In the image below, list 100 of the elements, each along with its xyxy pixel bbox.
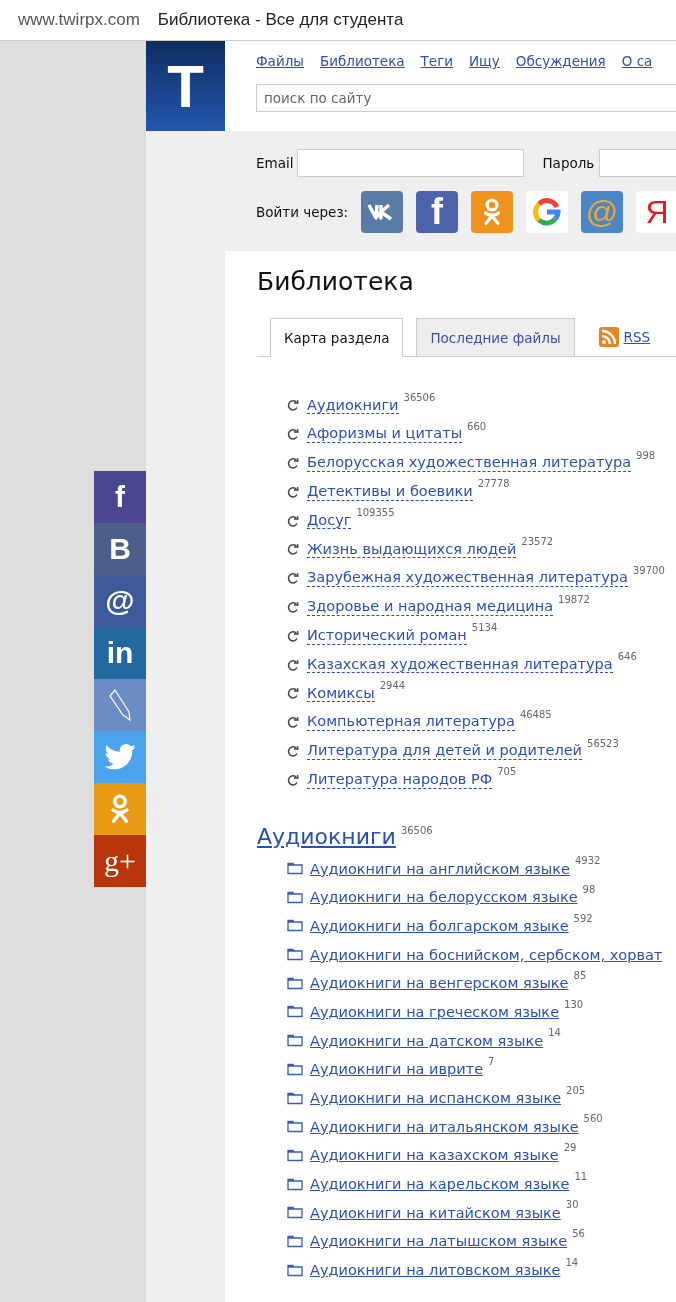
item-count: 592 [573,912,593,924]
item-count: 109355 [356,507,395,519]
refresh-icon [287,428,300,441]
item-count: 560 [583,1113,603,1125]
vk-login-button[interactable] [361,191,404,233]
subcategory-link[interactable]: Аудиокниги на английском языке [310,860,570,877]
subcategory-link[interactable]: Аудиокниги на итальянском языке [310,1118,579,1135]
item-count: 998 [636,449,656,461]
category-link[interactable]: Комиксы [307,684,375,703]
folder-icon [287,1234,303,1248]
login-via-label: Войти через: [256,204,349,220]
category-link[interactable]: Детективы и боевики [307,482,473,501]
subcategory-link[interactable]: Аудиокниги на датском языке [310,1032,544,1049]
mail-share-button[interactable]: @ [94,575,146,627]
nav-link[interactable]: Обсуждения [515,53,606,69]
page-tab-title: Библиотека - Все для студента [157,10,404,30]
address-url[interactable]: www.twirpx.com [18,10,140,30]
item-count: 98 [582,883,596,895]
site-logo[interactable]: T [146,41,225,131]
category-link[interactable]: Белорусская художественная литература [307,454,632,472]
nav-link[interactable]: Библиотека [319,53,405,69]
folder-icon [287,1005,303,1019]
facebook-login-button[interactable]: f [416,191,459,233]
category-link[interactable]: Литература народов РФ [307,770,493,789]
item-count: 646 [617,651,637,663]
item-count: 23572 [521,536,554,547]
item-count: 29 [563,1142,577,1154]
folder-icon [287,890,303,904]
folder-icon [287,976,303,990]
email-field[interactable] [297,149,525,177]
linkedin-share-button[interactable]: in [94,627,146,679]
category-link[interactable]: Литература для детей и родителей [307,742,583,760]
item-count: 36506 [403,392,436,403]
subcategory-link[interactable]: Аудиокниги на казахском языке [310,1147,559,1164]
item-count: 4932 [574,855,601,867]
subcategory-link[interactable]: Аудиокниги на латышском языке [310,1233,568,1250]
search-field[interactable]: поиск по сайту [256,84,676,112]
subcategory-link[interactable]: Аудиокниги на иврите [310,1061,484,1078]
subcategory-link[interactable]: Аудиокниги на литовском языке [310,1262,561,1279]
refresh-icon [287,744,300,757]
section-heading-link[interactable]: Аудиокниги [257,824,396,850]
nav-link[interactable]: Ищу [469,53,500,69]
category-link[interactable]: Исторический роман [307,626,467,645]
yandex-login-button[interactable]: Я [636,191,676,233]
refresh-icon [287,629,300,642]
item-count: 5134 [471,622,498,634]
refresh-icon [287,658,300,671]
twitter-share-button[interactable] [94,731,146,783]
refresh-icon [287,773,300,786]
facebook-share-button[interactable]: f [94,471,146,523]
refresh-icon [287,457,300,469]
subcategory-link[interactable]: Аудиокниги на болгарском языке [310,917,569,934]
folder-icon [287,1177,303,1191]
subcategory-link[interactable]: Аудиокниги на карельском языке [310,1176,570,1193]
password-field[interactable] [599,149,676,177]
category-link[interactable]: Компьютерная литература [307,713,515,731]
rss-link[interactable]: RSS [623,329,651,345]
ok-icon [108,794,132,824]
googleplus-share-button[interactable]: g+ [94,835,146,887]
category-link[interactable]: Жизнь выдающихся людей [307,540,517,559]
nav-link[interactable]: Теги [420,53,453,69]
vk-share-button[interactable]: В [94,523,146,575]
category-link[interactable]: Досуг [307,511,352,530]
item-count: 56523 [587,737,619,749]
tab[interactable]: Карта раздела [270,318,404,357]
subcategory-link[interactable]: Аудиокниги на греческом языке [310,1003,560,1020]
subcategory-link[interactable]: Аудиокниги на боснийском, сербском, хорват [310,946,663,963]
folder-icon [287,862,303,875]
password-label: Пароль [542,155,595,171]
refresh-icon [287,600,300,613]
category-link[interactable]: Зарубежная художественная литература [307,569,628,587]
refresh-icon [287,514,300,527]
google-login-button[interactable] [526,191,569,233]
category-link[interactable]: Здоровье и народная медицина [307,598,554,616]
tab[interactable]: Последние файлы [416,318,575,356]
folder-icon [287,1091,303,1105]
bird-icon [104,744,136,770]
pencil-share-button[interactable] [94,679,146,731]
category-link[interactable]: Афоризмы и цитаты [307,425,463,444]
subcategory-link[interactable]: Аудиокниги на китайском языке [310,1204,561,1221]
folder-icon [287,1206,303,1220]
pencil-icon [108,688,132,722]
folder-icon [287,919,303,933]
nav-link[interactable]: О са [621,53,653,69]
ok-share-button[interactable] [94,783,146,835]
item-count: 19872 [558,593,590,605]
subcategory-link[interactable]: Аудиокниги на белорусском языке [310,889,578,906]
google-icon [533,198,562,226]
refresh-icon [287,399,300,412]
subcategory-link[interactable]: Аудиокниги на венгерском языке [310,975,569,992]
category-link[interactable]: Казахская художественная литература [307,655,613,674]
subcategory-link[interactable]: Аудиокниги на испанском языке [310,1090,562,1106]
category-link[interactable]: Аудиокниги [307,396,399,415]
nav-link[interactable]: Файлы [256,53,304,69]
item-count: 14 [548,1027,561,1039]
item-count: 130 [564,998,584,1010]
folder-icon [287,1062,303,1076]
ok-login-button[interactable] [471,191,514,233]
rss-icon [598,327,619,347]
refresh-icon [287,716,300,729]
